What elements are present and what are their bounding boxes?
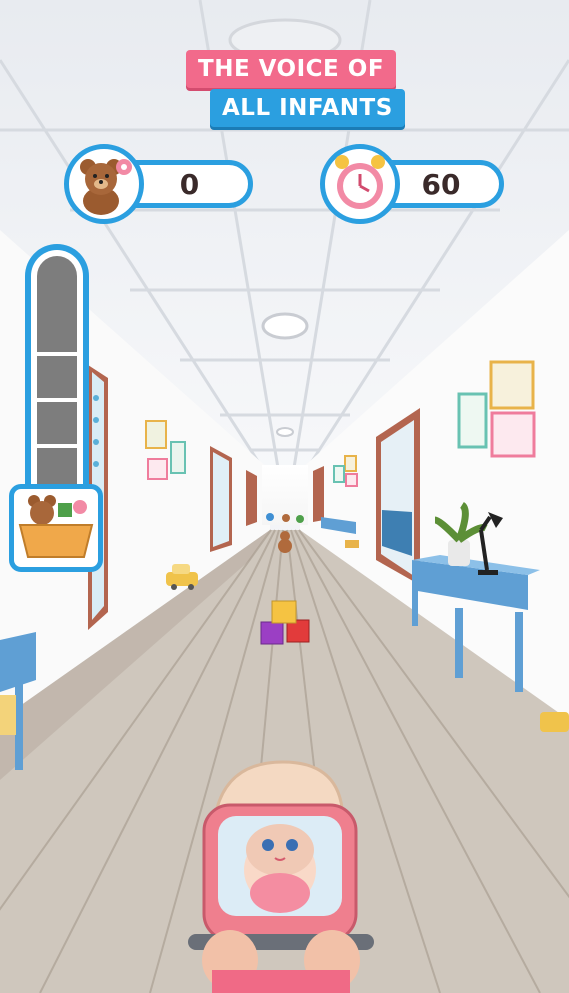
toy-car-obstacle (540, 712, 569, 732)
meter-divider (37, 352, 77, 356)
timer-value: 60 (421, 167, 461, 201)
collection-meter (25, 244, 89, 510)
toy-basket-icon (9, 484, 103, 572)
toy-basket-icon (18, 495, 94, 558)
game-title-line-2: ALL INFANTS (210, 89, 405, 127)
ceiling-light (276, 427, 294, 437)
meter-track (37, 256, 77, 510)
right-door (376, 408, 420, 585)
game-title-line-1: THE VOICE OF (186, 50, 397, 88)
alarm-clock-icon (320, 144, 400, 224)
score-value: 0 (179, 167, 200, 201)
teddy-bear-icon (64, 144, 144, 224)
right-door-far (313, 466, 324, 522)
meter-divider (37, 398, 77, 402)
alarm-clock-icon (335, 155, 385, 209)
ceiling-light (261, 312, 309, 340)
teddy-bear-icon (80, 159, 132, 215)
meter-divider (37, 444, 77, 448)
